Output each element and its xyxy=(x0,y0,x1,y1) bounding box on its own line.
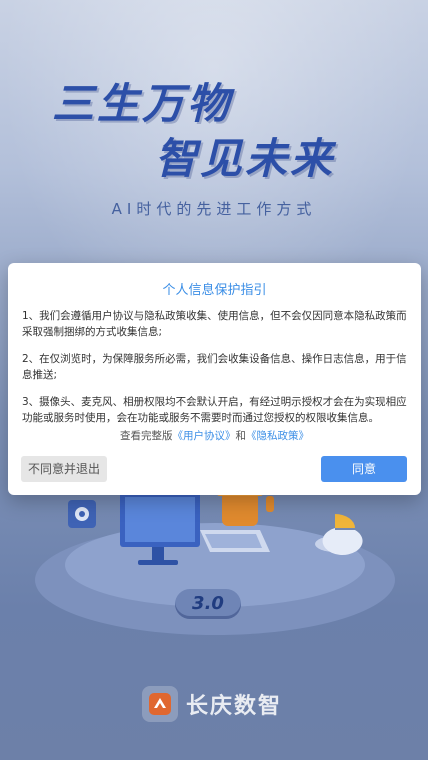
dialog-title: 个人信息保护指引 xyxy=(162,283,267,298)
privacy-dialog: 个人信息保护指引 1、我们会遵循用户协议与隐私政策收集、使用信息，但不会仅因同意… xyxy=(8,263,421,495)
pie-chart-icon xyxy=(315,514,363,555)
brand-logo-icon xyxy=(142,686,178,722)
keyboard-icon xyxy=(200,530,270,552)
dialog-paragraph-1: 1、我们会遵循用户协议与隐私政策收集、使用信息，但不会仅因同意本隐私政策而采取强… xyxy=(22,310,407,338)
links-conjunction: 和 xyxy=(235,430,247,442)
settings-icon xyxy=(68,500,96,528)
hero-subtitle: AI时代的先进工作方式 xyxy=(111,200,317,218)
dialog-body: 1、我们会遵循用户协议与隐私政策收集、使用信息，但不会仅因同意本隐私政策而采取强… xyxy=(22,308,407,437)
agreement-links: 查看完整版《用户协议》和《隐私政策》 xyxy=(8,428,421,443)
user-agreement-link[interactable]: 《用户协议》 xyxy=(173,430,236,442)
agree-button[interactable]: 同意 xyxy=(321,456,407,482)
slogan-line-1: 三生万物 xyxy=(52,79,233,128)
slogan-line-2: 智见未来 xyxy=(155,134,336,183)
privacy-policy-link[interactable]: 《隐私政策》 xyxy=(246,430,309,442)
brand-name: 长庆数智 xyxy=(186,694,283,719)
decline-exit-button[interactable]: 不同意并退出 xyxy=(21,456,107,482)
dialog-paragraph-2: 2、在仅浏览时，为保障服务所必需，我们会收集设备信息、操作日志信息，用于信息推送… xyxy=(22,353,407,381)
version-badge: 3.0 xyxy=(175,589,241,619)
dialog-paragraph-3: 3、摄像头、麦克风、相册权限均不会默认开启，有经过明示授权才会在为实现相应功能或… xyxy=(22,396,407,424)
links-prefix: 查看完整版 xyxy=(120,430,173,442)
brand-logo: 长庆数智 xyxy=(142,686,282,722)
